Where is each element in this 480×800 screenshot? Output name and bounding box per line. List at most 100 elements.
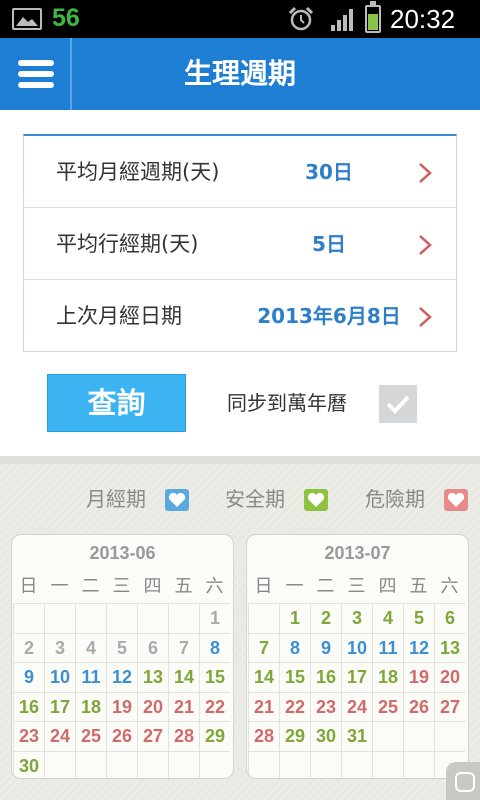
calendar-day[interactable]: 1 <box>199 603 230 633</box>
calendar-empty-cell <box>403 750 434 778</box>
calendar-day[interactable]: 9 <box>310 632 341 662</box>
weekday-label: 日 <box>254 576 273 597</box>
legend-label: 安全期 <box>225 487 285 511</box>
calendar-day[interactable]: 13 <box>137 662 168 692</box>
calendar-grid: 1 2 3 4 5 6 7 8 9 10 11 12 13 14 15 16 17 18 19 20 21 22 23 24 2… <box>247 603 468 778</box>
setting-row-cycle-length[interactable]: 平均月經週期(天) 30日 <box>24 136 456 208</box>
calendar-day[interactable]: 30 <box>310 721 341 751</box>
calendar-day[interactable]: 9 <box>13 662 44 692</box>
calendar-empty-cell <box>106 750 137 778</box>
calendar-day[interactable]: 5 <box>403 603 434 633</box>
calendar-empty-cell <box>168 603 199 633</box>
legend: 月經期 安全期 危險期 <box>0 464 480 534</box>
battery-icon <box>365 1 381 33</box>
calendar-day[interactable]: 16 <box>310 662 341 692</box>
calendar-day[interactable]: 6 <box>137 632 168 662</box>
calendar-day[interactable]: 26 <box>106 721 137 751</box>
heart-icon <box>444 489 468 511</box>
calendar-day[interactable]: 29 <box>199 721 230 751</box>
calendar-empty-cell <box>106 603 137 633</box>
weekday-label: 四 <box>143 576 162 597</box>
calendar-day[interactable]: 25 <box>75 721 106 751</box>
calendar-day[interactable]: 8 <box>279 632 310 662</box>
calendar-day[interactable]: 7 <box>168 632 199 662</box>
calendar-grid: 1 2 3 4 5 6 7 8 9 10 11 12 13 14 15 16 17 18 19 20 21 22 23 24 2… <box>12 603 233 778</box>
calendar-day[interactable]: 21 <box>248 691 279 721</box>
legend-label: 月經期 <box>86 487 146 511</box>
setting-value: 5日 <box>312 232 346 256</box>
calendar-empty-cell <box>44 603 75 633</box>
calendar-day[interactable]: 17 <box>341 662 372 692</box>
calendar-day[interactable]: 25 <box>372 691 403 721</box>
calendar-day[interactable]: 3 <box>341 603 372 633</box>
calendar-day[interactable]: 11 <box>75 662 106 692</box>
heart-icon <box>165 489 189 511</box>
calendar-day[interactable]: 20 <box>434 662 465 692</box>
settings-form: 平均月經週期(天) 30日 平均行經期(天) 5日 上次月經日期 2013年6月… <box>0 110 480 456</box>
calendar-day[interactable]: 10 <box>341 632 372 662</box>
calendar-day[interactable]: 28 <box>168 721 199 751</box>
sync-checkbox[interactable] <box>379 385 417 423</box>
calendar-day[interactable]: 20 <box>137 691 168 721</box>
calendar-month: 2013-07 日一二三四五六 1 2 3 4 5 6 7 8 9 10 11 12 13 14 15 16 17 1… <box>246 534 469 779</box>
square-icon <box>455 772 475 792</box>
calendar-empty-cell <box>199 750 230 778</box>
calendar-day[interactable]: 6 <box>434 603 465 633</box>
calendar-day[interactable]: 19 <box>106 691 137 721</box>
legend-label: 危險期 <box>365 487 425 511</box>
calendar-day[interactable]: 24 <box>44 721 75 751</box>
calendar-day[interactable]: 28 <box>248 721 279 751</box>
weekday-label: 日 <box>19 576 38 597</box>
calendar-day[interactable]: 2 <box>310 603 341 633</box>
calendar-day[interactable]: 2 <box>13 632 44 662</box>
calendar-empty-cell <box>75 750 106 778</box>
calendar-day[interactable]: 31 <box>341 721 372 751</box>
calendar-day[interactable]: 14 <box>248 662 279 692</box>
weekday-label: 二 <box>316 576 335 597</box>
calendar-day[interactable]: 23 <box>310 691 341 721</box>
query-button[interactable]: 查詢 <box>47 374 186 432</box>
calendar-day[interactable]: 30 <box>13 750 44 778</box>
calendar-day[interactable]: 21 <box>168 691 199 721</box>
calendar-day[interactable]: 17 <box>44 691 75 721</box>
calendar-day[interactable]: 11 <box>372 632 403 662</box>
weekday-label: 六 <box>205 576 224 597</box>
calendar-day[interactable]: 4 <box>75 632 106 662</box>
calendar-day[interactable]: 13 <box>434 632 465 662</box>
calendar-day[interactable]: 14 <box>168 662 199 692</box>
weekday-label: 一 <box>50 576 69 597</box>
settings-card: 平均月經週期(天) 30日 平均行經期(天) 5日 上次月經日期 2013年6月… <box>23 134 457 352</box>
calendar-day[interactable]: 1 <box>279 603 310 633</box>
calendar-day[interactable]: 24 <box>341 691 372 721</box>
calendar-day[interactable]: 18 <box>372 662 403 692</box>
calendar-day[interactable]: 27 <box>434 691 465 721</box>
weekday-header: 日一二三四五六 <box>247 571 468 603</box>
calendar-day[interactable]: 12 <box>403 632 434 662</box>
calendar-day[interactable]: 7 <box>248 632 279 662</box>
calendar-day[interactable]: 15 <box>199 662 230 692</box>
calendar-day[interactable]: 12 <box>106 662 137 692</box>
calendar-day[interactable]: 15 <box>279 662 310 692</box>
calendar-day[interactable]: 29 <box>279 721 310 751</box>
calendar-day[interactable]: 27 <box>137 721 168 751</box>
calendar-day[interactable]: 5 <box>106 632 137 662</box>
calendar-month: 2013-06 日一二三四五六 1 2 3 4 5 6 7 8 9 10 11 12 13 14 15 16 17 1… <box>11 534 234 779</box>
calendar-day[interactable]: 4 <box>372 603 403 633</box>
chevron-right-icon <box>419 307 432 327</box>
chevron-right-icon <box>419 235 432 255</box>
calendar-day[interactable]: 26 <box>403 691 434 721</box>
calendar-day[interactable]: 10 <box>44 662 75 692</box>
setting-row-last-period-date[interactable]: 上次月經日期 2013年6月8日 <box>24 280 456 352</box>
menu-button[interactable] <box>0 38 72 110</box>
calendar-day[interactable]: 8 <box>199 632 230 662</box>
calendar-empty-cell <box>372 721 403 751</box>
setting-row-period-length[interactable]: 平均行經期(天) 5日 <box>24 208 456 280</box>
calendar-day[interactable]: 16 <box>13 691 44 721</box>
calendar-day[interactable]: 18 <box>75 691 106 721</box>
floating-button[interactable] <box>446 762 480 800</box>
calendar-day[interactable]: 22 <box>279 691 310 721</box>
calendar-day[interactable]: 23 <box>13 721 44 751</box>
calendar-day[interactable]: 22 <box>199 691 230 721</box>
calendar-day[interactable]: 3 <box>44 632 75 662</box>
calendar-day[interactable]: 19 <box>403 662 434 692</box>
